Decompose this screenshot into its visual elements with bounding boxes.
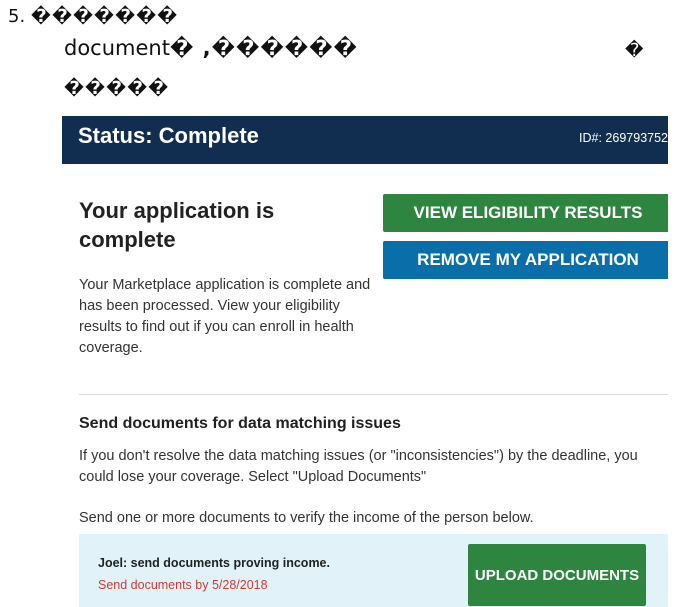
application-description: Your Marketplace application is complete… — [79, 277, 371, 356]
view-eligibility-results-button[interactable]: VIEW ELIGIBILITY RESULTS — [383, 194, 668, 232]
application-heading: Your application is complete — [79, 198, 275, 252]
document-request-person: Joel: send documents proving income. — [98, 556, 330, 570]
document-deadline: Send documents by 5/28/2018 — [98, 578, 268, 592]
remove-application-button[interactable]: REMOVE MY APPLICATION — [383, 241, 668, 279]
instruction-line-1: 5. ������� — [8, 6, 178, 27]
document-request-card: Joel: send documents proving income. Sen… — [79, 534, 668, 607]
instruction-rest: � ,������ — [169, 36, 358, 60]
instruction-line-2: document� ,������ — [64, 36, 358, 60]
application-id: ID#: 269793752 — [579, 131, 668, 145]
section-divider — [79, 394, 668, 395]
documents-send-instruction: Send one or more documents to verify the… — [79, 510, 534, 526]
instruction-line-3: ����� — [64, 78, 170, 99]
instruction-word: document — [64, 36, 170, 60]
documents-heading: Send documents for data matching issues — [79, 415, 401, 432]
application-panel: Status: Complete ID#: 269793752 Your app… — [62, 116, 668, 607]
step-text: ������� — [30, 6, 179, 27]
status-bar: Status: Complete ID#: 269793752 — [62, 116, 668, 164]
instruction-side-glyph: � — [625, 40, 644, 61]
documents-description: If you don't resolve the data matching i… — [79, 448, 638, 485]
step-number: 5. — [8, 6, 26, 27]
status-title: Status: Complete — [78, 123, 259, 148]
upload-documents-button[interactable]: UPLOAD DOCUMENTS — [468, 544, 646, 606]
